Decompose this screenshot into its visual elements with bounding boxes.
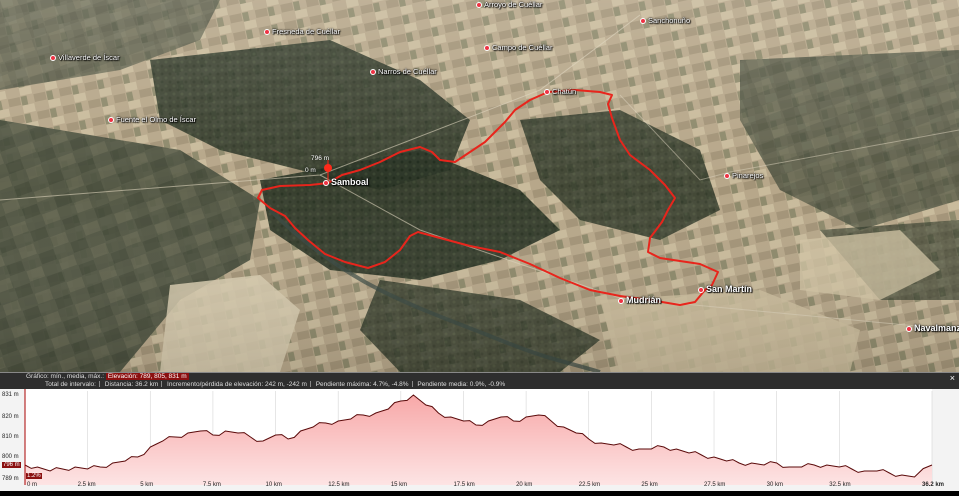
x-tick-label: 2.5 km (77, 482, 96, 488)
place-pin-icon (618, 297, 624, 304)
place-label[interactable]: Sanchonuño (640, 17, 690, 25)
terrain-imagery (0, 0, 959, 372)
place-label[interactable]: Campo de Cuéllar (484, 44, 552, 52)
place-pin-icon (698, 286, 704, 293)
x-tick-label: 25 km (641, 482, 658, 488)
avg-slope-value: Pendiente media: 0.9%, -0.9% (417, 381, 506, 388)
y-tick-label: 820 m (2, 414, 19, 420)
x-tick-label: 27.5 km (704, 482, 726, 488)
place-label[interactable]: Mudrián (618, 296, 661, 305)
place-pin-icon (323, 179, 329, 186)
place-name: Villaverde de Íscar (58, 53, 120, 62)
x-tick-label: 15 km (390, 482, 408, 488)
elevation-gain-value: Incremento/pérdida de elevación: 242 m, … (167, 381, 307, 388)
x-tick-label: 7.5 km (202, 482, 221, 488)
x-tick-label: 0 m (27, 482, 38, 488)
y-tick-label: 810 m (2, 434, 19, 440)
marker-elevation-label: 796 m (311, 155, 330, 162)
place-label[interactable]: Navalmanz (906, 324, 959, 333)
place-name: San Martín (706, 284, 753, 294)
place-pin-icon (724, 173, 730, 180)
y-tick-label: 800 m (2, 454, 19, 460)
elevation-chart[interactable]: 831 m 820 m 810 m 800 m 796 m 789 m 0 m 2.5 km… (0, 389, 959, 491)
place-name: Fresneda de Cuéllar (272, 27, 340, 36)
place-pin-icon (906, 325, 912, 332)
distance-value: Distancia: 36.2 km (104, 381, 159, 388)
place-name: Narros de Cuéllar (378, 67, 437, 76)
place-label[interactable]: Fuente el Olmo de Íscar (108, 116, 196, 124)
place-label[interactable]: Chatún (544, 88, 576, 96)
place-label[interactable]: Pinarejos (724, 172, 763, 180)
place-label[interactable]: San Martín (698, 285, 752, 294)
y-tick-label: 789 m (2, 476, 19, 482)
place-pin-icon (476, 2, 482, 9)
x-tick-label: 5 km (140, 482, 154, 488)
x-tick-label: 10 km (265, 482, 282, 488)
y-tick-label: 831 m (2, 392, 19, 398)
x-tick-label: 30 km (766, 482, 783, 488)
place-label[interactable]: Samboal (323, 178, 369, 187)
satellite-map[interactable]: Villaverde de Íscar Fresneda de Cuéllar Ar… (0, 0, 959, 372)
x-tick-label: 22.5 km (578, 482, 601, 488)
place-name: Pinarejos (732, 171, 764, 180)
place-pin-icon (108, 117, 114, 124)
place-label[interactable]: Villaverde de Íscar (50, 54, 120, 62)
place-name: Chatún (552, 87, 577, 96)
place-name: Samboal (331, 177, 369, 187)
elevation-chart-svg (24, 389, 933, 485)
place-label[interactable]: Fresneda de Cuéllar (264, 28, 340, 36)
x-tick-label: 32.5 km (829, 482, 851, 488)
cursor-slope-value: 1.2% (26, 473, 42, 479)
x-tick-label: 36.2 km (922, 482, 945, 488)
x-tick-label: 12.5 km (328, 482, 350, 488)
place-pin-icon (370, 69, 376, 76)
place-pin-icon (544, 89, 550, 96)
place-label[interactable]: Arroyo de Cuéllar (476, 1, 542, 9)
place-name: Arroyo de Cuéllar (484, 0, 543, 9)
place-pin-icon (50, 55, 56, 62)
place-label[interactable]: Narros de Cuéllar (370, 68, 437, 76)
place-pin-icon (484, 45, 490, 52)
graph-label: Gráfico: mín., media, máx.: (26, 373, 105, 380)
place-pin-icon (264, 29, 270, 36)
elevation-summary: Elevación: 789, 805, 831 m (105, 373, 189, 380)
place-name: Fuente el Olmo de Íscar (116, 115, 197, 124)
range-label: Total de intervalo: (45, 381, 96, 388)
x-tick-label: 17.5 km (453, 482, 475, 488)
max-slope-value: Pendiente máxima: 4.7%, -4.8% (315, 381, 409, 388)
place-name: Mudrián (626, 295, 661, 305)
elevation-profile-panel: Gráfico: mín., media, máx.: Elevación: 7… (0, 372, 959, 491)
place-pin-icon (640, 18, 646, 25)
profile-summary-bar: Gráfico: mín., media, máx.: Elevación: 7… (0, 373, 959, 389)
place-name: Sanchonuño (648, 16, 691, 25)
close-icon[interactable]: × (950, 374, 955, 383)
marker-distance-label: 0 m (305, 167, 316, 174)
place-name: Campo de Cuéllar (492, 43, 553, 52)
x-tick-label: 20 km (516, 482, 533, 488)
place-name: Navalmanz (914, 323, 959, 333)
y-tick-label: 796 m (2, 462, 21, 468)
